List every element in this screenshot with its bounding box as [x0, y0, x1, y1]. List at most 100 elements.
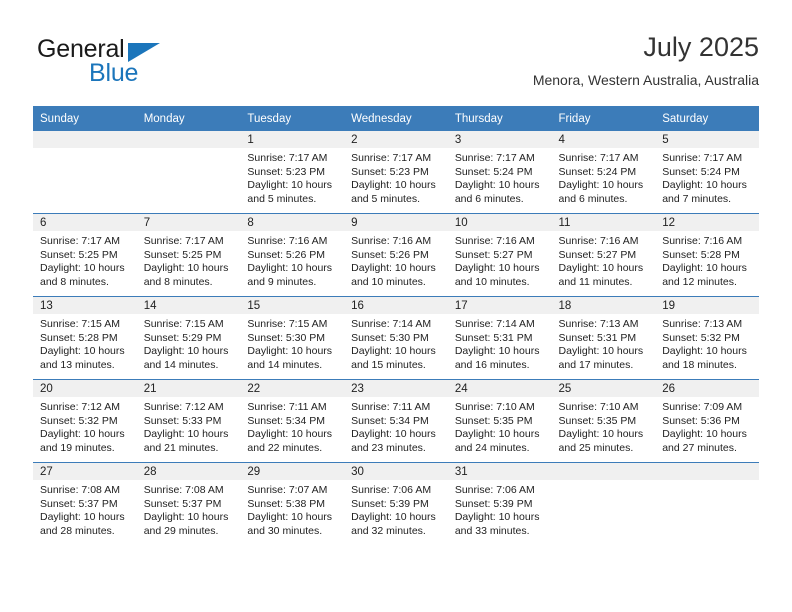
sunrise-text: Sunrise: 7:15 AM [143, 318, 224, 330]
sunset-text: Sunset: 5:32 PM [40, 414, 118, 427]
sunrise-text: Sunrise: 7:17 AM [351, 152, 432, 164]
calendar-day-cell[interactable]: 27 Sunrise: 7:08 AM Sunset: 5:37 PM Dayligh… [33, 462, 137, 545]
daylight-text: Daylight: 10 hours and 22 minutes. [247, 428, 333, 454]
calendar-day-cell[interactable]: 3 Sunrise: 7:17 AM Sunset: 5:24 PM Daylight… [447, 131, 552, 214]
sunrise-text: Sunrise: 7:17 AM [143, 235, 224, 247]
calendar-day-cell[interactable]: 24 Sunrise: 7:10 AM Sunset: 5:35 PM Dayligh… [447, 379, 552, 463]
calendar-day-cell[interactable]: 31 Sunrise: 7:06 AM Sunset: 5:39 PM Dayligh… [447, 462, 552, 545]
day-details: Sunrise: 7:11 AM Sunset: 5:34 PM Daylight:… [344, 397, 448, 455]
sunset-text: Sunset: 5:27 PM [558, 248, 637, 261]
day-number: 25 [551, 380, 656, 397]
day-details: Sunrise: 7:13 AM Sunset: 5:32 PM Daylight:… [655, 314, 759, 372]
calendar-day-cell[interactable]: 19 Sunrise: 7:13 AM Sunset: 5:32 PM Dayligh… [655, 296, 759, 380]
day-number: 26 [655, 380, 759, 397]
calendar-day-cell[interactable]: 10 Sunrise: 7:16 AM Sunset: 5:27 PM Dayligh… [447, 213, 552, 297]
day-details [655, 480, 759, 484]
day-details: Sunrise: 7:08 AM Sunset: 5:37 PM Daylight:… [33, 480, 137, 538]
day-details [33, 148, 137, 152]
day-number: 30 [344, 463, 448, 480]
calendar-day-cell[interactable]: 12 Sunrise: 7:16 AM Sunset: 5:28 PM Dayligh… [655, 213, 759, 297]
calendar-day-cell[interactable]: 6 Sunrise: 7:17 AM Sunset: 5:25 PM Daylight… [33, 213, 137, 297]
calendar-day-cell[interactable]: 23 Sunrise: 7:11 AM Sunset: 5:34 PM Dayligh… [344, 379, 448, 463]
day-details: Sunrise: 7:12 AM Sunset: 5:33 PM Daylight:… [137, 397, 241, 455]
weekday-header-thursday: Thursday [447, 106, 552, 131]
calendar-day-cell[interactable]: 7 Sunrise: 7:17 AM Sunset: 5:25 PM Daylight… [136, 213, 241, 297]
day-number: 13 [33, 297, 137, 314]
day-details: Sunrise: 7:16 AM Sunset: 5:27 PM Daylight:… [448, 231, 552, 289]
calendar-week-row: 1 Sunrise: 7:17 AM Sunset: 5:23 PM Daylight… [33, 131, 759, 214]
calendar-day-cell[interactable]: 9 Sunrise: 7:16 AM Sunset: 5:26 PM Daylight… [344, 213, 448, 297]
daylight-text: Daylight: 10 hours and 12 minutes. [662, 262, 747, 288]
sunrise-text: Sunrise: 7:11 AM [351, 401, 431, 413]
daylight-text: Daylight: 10 hours and 21 minutes. [143, 428, 229, 454]
daylight-text: Daylight: 10 hours and 19 minutes. [40, 428, 125, 454]
day-number: 29 [240, 463, 345, 480]
day-number: 15 [240, 297, 345, 314]
calendar-day-cell[interactable]: 20 Sunrise: 7:12 AM Sunset: 5:32 PM Dayligh… [33, 379, 137, 463]
calendar-day-cell[interactable]: 29 Sunrise: 7:07 AM Sunset: 5:38 PM Dayligh… [240, 462, 345, 545]
calendar-day-cell[interactable]: 17 Sunrise: 7:14 AM Sunset: 5:31 PM Dayligh… [447, 296, 552, 380]
day-number: 1 [240, 131, 345, 148]
calendar-day-cell[interactable]: 5 Sunrise: 7:17 AM Sunset: 5:24 PM Daylight… [655, 131, 759, 214]
calendar-day-cell[interactable]: 18 Sunrise: 7:13 AM Sunset: 5:31 PM Dayligh… [551, 296, 656, 380]
sunrise-text: Sunrise: 7:09 AM [662, 401, 743, 413]
daylight-text: Daylight: 10 hours and 6 minutes. [454, 179, 540, 205]
day-number: 2 [344, 131, 448, 148]
calendar-day-cell[interactable]: 28 Sunrise: 7:08 AM Sunset: 5:37 PM Dayligh… [136, 462, 241, 545]
daylight-text: Daylight: 10 hours and 5 minutes. [351, 179, 436, 205]
calendar-week-row: 20 Sunrise: 7:12 AM Sunset: 5:32 PM Dayligh… [33, 379, 759, 463]
sunrise-text: Sunrise: 7:17 AM [40, 235, 120, 247]
daylight-text: Daylight: 10 hours and 10 minutes. [454, 262, 540, 288]
day-number: 27 [33, 463, 137, 480]
weekday-header-friday: Friday [551, 106, 656, 131]
sunset-text: Sunset: 5:24 PM [558, 165, 637, 178]
day-number: 4 [551, 131, 656, 148]
calendar-day-cell[interactable]: 15 Sunrise: 7:15 AM Sunset: 5:30 PM Dayligh… [240, 296, 345, 380]
sunrise-text: Sunrise: 7:17 AM [454, 152, 535, 164]
calendar-day-cell[interactable]: 2 Sunrise: 7:17 AM Sunset: 5:23 PM Daylight… [344, 131, 448, 214]
day-number: 11 [551, 214, 656, 231]
sunset-text: Sunset: 5:24 PM [454, 165, 533, 178]
sunrise-text: Sunrise: 7:17 AM [558, 152, 639, 164]
title-block: July 2025 Menora, Western Australia, Aus… [533, 30, 759, 90]
daylight-text: Daylight: 10 hours and 30 minutes. [247, 511, 333, 537]
sunset-text: Sunset: 5:24 PM [662, 165, 740, 178]
day-details: Sunrise: 7:16 AM Sunset: 5:26 PM Daylight:… [240, 231, 344, 289]
calendar-day-cell[interactable]: 13 Sunrise: 7:15 AM Sunset: 5:28 PM Dayligh… [33, 296, 137, 380]
daylight-text: Daylight: 10 hours and 18 minutes. [662, 345, 747, 371]
sunrise-text: Sunrise: 7:16 AM [558, 235, 639, 247]
day-details: Sunrise: 7:10 AM Sunset: 5:35 PM Daylight:… [552, 397, 656, 455]
sunset-text: Sunset: 5:35 PM [454, 414, 533, 427]
sunset-text: Sunset: 5:28 PM [662, 248, 740, 261]
daylight-text: Daylight: 10 hours and 14 minutes. [143, 345, 229, 371]
day-number: 28 [136, 463, 241, 480]
day-number: 3 [447, 131, 552, 148]
daylight-text: Daylight: 10 hours and 9 minutes. [247, 262, 333, 288]
sunset-text: Sunset: 5:25 PM [143, 248, 222, 261]
daylight-text: Daylight: 10 hours and 24 minutes. [454, 428, 540, 454]
page-title: July 2025 [643, 32, 759, 62]
calendar-week-row: 13 Sunrise: 7:15 AM Sunset: 5:28 PM Dayligh… [33, 296, 759, 380]
daylight-text: Daylight: 10 hours and 28 minutes. [40, 511, 125, 537]
calendar-day-cell[interactable]: 14 Sunrise: 7:15 AM Sunset: 5:29 PM Dayligh… [136, 296, 241, 380]
calendar-day-cell[interactable]: 30 Sunrise: 7:06 AM Sunset: 5:39 PM Dayligh… [344, 462, 448, 545]
calendar-day-cell[interactable]: 21 Sunrise: 7:12 AM Sunset: 5:33 PM Dayligh… [136, 379, 241, 463]
day-number [33, 131, 137, 148]
calendar-day-cell[interactable]: 11 Sunrise: 7:16 AM Sunset: 5:27 PM Dayligh… [551, 213, 656, 297]
day-details: Sunrise: 7:15 AM Sunset: 5:29 PM Daylight:… [137, 314, 241, 372]
day-number: 22 [240, 380, 345, 397]
calendar-day-cell[interactable]: 16 Sunrise: 7:14 AM Sunset: 5:30 PM Dayligh… [344, 296, 448, 380]
sunrise-text: Sunrise: 7:17 AM [662, 152, 743, 164]
calendar-day-cell[interactable]: 4 Sunrise: 7:17 AM Sunset: 5:24 PM Daylight… [551, 131, 656, 214]
calendar-day-cell[interactable]: 8 Sunrise: 7:16 AM Sunset: 5:26 PM Daylight… [240, 213, 345, 297]
day-number: 8 [240, 214, 345, 231]
calendar-day-cell[interactable]: 25 Sunrise: 7:10 AM Sunset: 5:35 PM Dayligh… [551, 379, 656, 463]
calendar-day-cell[interactable]: 26 Sunrise: 7:09 AM Sunset: 5:36 PM Dayligh… [655, 379, 759, 463]
sunrise-text: Sunrise: 7:17 AM [247, 152, 328, 164]
sunrise-text: Sunrise: 7:16 AM [454, 235, 535, 247]
day-number [655, 463, 759, 480]
calendar-day-cell[interactable]: 1 Sunrise: 7:17 AM Sunset: 5:23 PM Daylight… [240, 131, 345, 214]
daylight-text: Daylight: 10 hours and 7 minutes. [662, 179, 747, 205]
day-details: Sunrise: 7:15 AM Sunset: 5:30 PM Daylight:… [240, 314, 344, 372]
calendar-day-cell[interactable]: 22 Sunrise: 7:11 AM Sunset: 5:34 PM Dayligh… [240, 379, 345, 463]
